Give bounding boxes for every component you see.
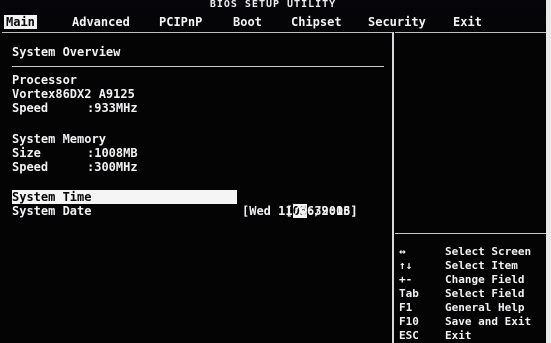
memory-size-value: :1008MB: [87, 146, 138, 160]
help-key: ESC: [399, 329, 419, 342]
help-key: Tab: [399, 287, 419, 300]
processor-speed-value: :933MHz: [87, 101, 138, 115]
processor-model: Vortex86DX2 A9125: [12, 87, 135, 101]
processor-speed-label: Speed: [12, 101, 49, 115]
tab-boot[interactable]: Boot: [231, 15, 264, 29]
help-key: ↔: [399, 245, 406, 258]
tab-security[interactable]: Security: [366, 15, 428, 29]
system-date-value[interactable]: [Wed 11/06/2013]: [242, 204, 358, 218]
help-key: F10: [399, 315, 419, 328]
help-key: +-: [399, 273, 413, 286]
help-action: Change Field: [445, 273, 525, 286]
window-title: BIOS SETUP UTILITY: [0, 0, 546, 10]
system-time-label[interactable]: System Time: [12, 190, 237, 204]
processor-header: Processor: [12, 73, 78, 87]
memory-header: System Memory: [12, 132, 106, 146]
tab-advanced[interactable]: Advanced: [70, 15, 132, 29]
help-divider: [395, 233, 546, 234]
memory-size-label: Size: [12, 146, 41, 160]
help-panel: ↔ Select Screen ↑↓ Select Item +- Change Fi…: [395, 32, 546, 343]
help-key: ↑↓: [399, 259, 413, 272]
tab-exit[interactable]: Exit: [451, 15, 484, 29]
help-row: ↔ Select Screen: [399, 245, 531, 258]
section-title: System Overview: [12, 45, 121, 59]
system-date-label[interactable]: System Date: [12, 204, 91, 218]
help-action: General Help: [445, 301, 525, 314]
help-key: F1: [399, 301, 413, 314]
help-action: Select Field: [445, 287, 525, 300]
help-action: Select Screen: [445, 245, 532, 258]
section-divider: [12, 66, 384, 67]
help-action: Exit: [445, 329, 472, 342]
help-row: Tab Select Field: [399, 287, 524, 300]
help-action: Select Item: [445, 259, 518, 272]
main-panel: System Overview Processor Vortex86DX2 A9…: [2, 32, 394, 343]
tab-chipset[interactable]: Chipset: [289, 15, 344, 29]
help-row: ↑↓ Select Item: [399, 259, 518, 272]
memory-speed-value: :300MHz: [87, 160, 138, 174]
menu-bar: Main Advanced PCIPnP Boot Chipset Securi…: [0, 9, 546, 31]
tab-pcipnp[interactable]: PCIPnP: [157, 15, 204, 29]
help-row: ESC Exit: [399, 329, 472, 342]
help-row: F1 General Help: [399, 301, 524, 314]
tab-main[interactable]: Main: [4, 15, 37, 29]
help-action: Save and Exit: [445, 315, 532, 328]
help-row: +- Change Field: [399, 273, 524, 286]
memory-speed-label: Speed: [12, 160, 49, 174]
bios-screen: BIOS SETUP UTILITY Main Advanced PCIPnP …: [0, 0, 546, 343]
help-row: F10 Save and Exit: [399, 315, 531, 328]
